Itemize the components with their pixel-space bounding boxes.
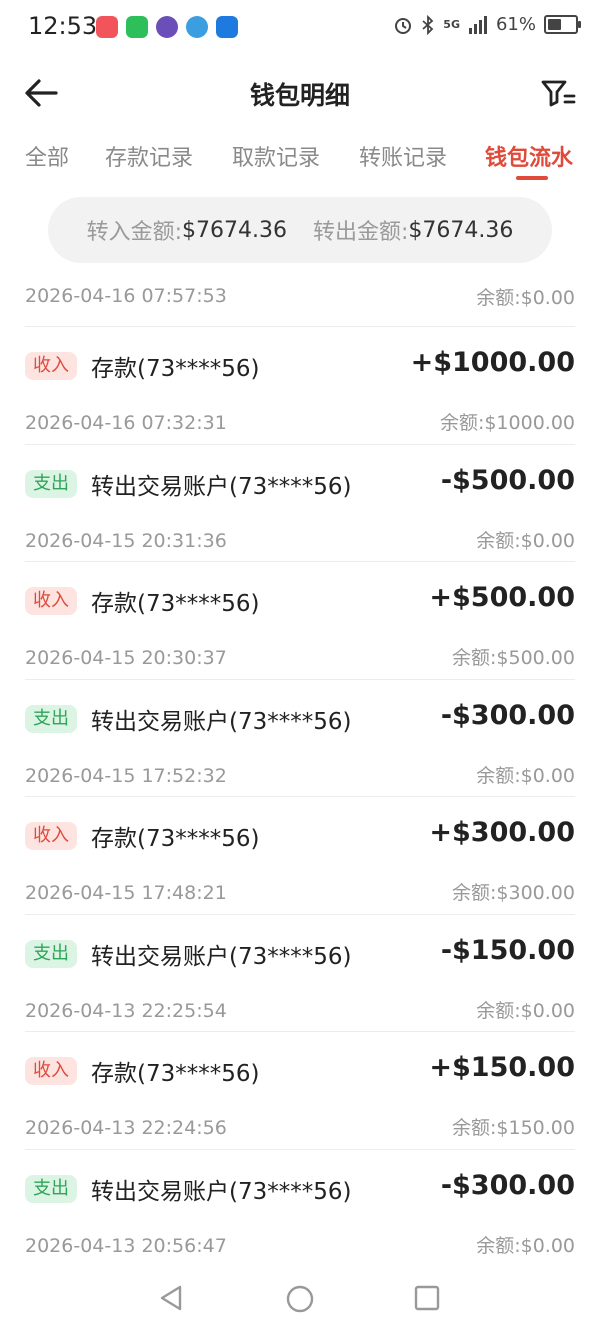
transaction-desc: 转出交易账户(73****56)	[91, 1178, 352, 1205]
list-item[interactable]: 收入 存款(73****56) +$300.00 2026-04-15 17:4…	[25, 797, 575, 915]
expense-badge: 支出	[25, 1174, 77, 1203]
filter-list-icon[interactable]	[540, 78, 576, 108]
transaction-date: 2026-04-13 22:24:56	[25, 1117, 227, 1139]
transaction-date: 2026-04-13 20:56:47	[25, 1234, 227, 1257]
expense-badge: 支出	[25, 704, 77, 733]
transaction-date: 2026-04-15 20:31:36	[25, 529, 227, 552]
battery-percent: 61%	[495, 14, 536, 35]
transaction-amount: +$1000.00	[410, 347, 575, 378]
circle-home-icon[interactable]	[285, 1284, 315, 1314]
triangle-back-icon[interactable]	[158, 1284, 184, 1312]
tab-all[interactable]: 全部	[25, 140, 69, 172]
app-badge-icon	[156, 16, 178, 38]
tab-withdrawal-records[interactable]: 取款记录	[232, 140, 320, 172]
transaction-desc: 转出交易账户(73****56)	[91, 943, 352, 970]
transaction-date: 2026-04-16 07:57:53	[25, 285, 227, 307]
system-nav-bar	[0, 1262, 600, 1333]
transaction-balance: 余额:$0.00	[476, 764, 575, 787]
transaction-date: 2026-04-13 22:25:54	[25, 999, 227, 1022]
transaction-balance: 余额:$150.00	[452, 1117, 575, 1139]
expense-badge: 支出	[25, 939, 77, 968]
wechat-icon	[126, 16, 148, 38]
list-item[interactable]: 收入 存款(73****56) +$150.00 2026-04-13 22:2…	[25, 1032, 575, 1150]
income-badge: 收入	[25, 352, 77, 380]
transaction-amount: -$150.00	[440, 934, 575, 966]
signal-icon	[468, 15, 487, 34]
list-item[interactable]: 收入 存款(73****56) +$500.00 2026-04-15 20:3…	[25, 562, 575, 680]
transaction-amount: -$300.00	[440, 699, 575, 731]
transaction-desc: 转出交易账户(73****56)	[91, 708, 352, 735]
tab-wallet-flow[interactable]: 钱包流水	[485, 140, 573, 172]
list-item[interactable]: 支出 转出交易账户(73****56) -$150.00 2026-04-13 …	[25, 915, 575, 1032]
status-bar: 12:53 5G 61%	[0, 0, 600, 56]
status-time: 12:53	[28, 12, 98, 40]
list-item[interactable]: 2026-04-16 07:57:53 余额:$0.00	[25, 264, 575, 327]
transaction-amount: +$150.00	[429, 1052, 575, 1083]
list-item[interactable]: 支出 转出交易账户(73****56) -$300.00 2026-04-13 …	[25, 1150, 575, 1267]
list-item[interactable]: 收入 存款(73****56) +$1000.00 2026-04-16 07:…	[25, 327, 575, 445]
transfer-out-label: 转出金额:	[313, 220, 409, 245]
transaction-balance: 余额:$0.00	[476, 999, 575, 1022]
network-type: 5G	[443, 18, 460, 31]
expense-badge: 支出	[25, 469, 77, 498]
battery-fill	[548, 19, 561, 30]
transaction-balance: 余额:$0.00	[476, 287, 575, 309]
bluetooth-icon	[422, 14, 434, 35]
transaction-balance: 余额:$0.00	[476, 1234, 575, 1257]
list-item[interactable]: 支出 转出交易账户(73****56) -$500.00 2026-04-15 …	[25, 445, 575, 562]
income-badge: 收入	[25, 822, 77, 850]
transaction-balance: 余额:$300.00	[452, 882, 575, 904]
alarm-icon	[395, 17, 412, 34]
transaction-amount: -$300.00	[440, 1169, 575, 1201]
transaction-balance: 余额:$500.00	[452, 647, 575, 669]
transaction-desc: 存款(73****56)	[91, 591, 260, 617]
active-tab-indicator	[516, 176, 548, 180]
battery-icon	[544, 15, 581, 34]
transfer-in-value: $7674.36	[182, 217, 287, 243]
cursor-app-icon	[216, 16, 238, 38]
transfer-in-label: 转入金额:	[86, 220, 183, 245]
transaction-balance: 余额:$1000.00	[439, 412, 575, 434]
transaction-desc: 存款(73****56)	[91, 356, 260, 382]
transaction-desc: 转出交易账户(73****56)	[91, 473, 352, 500]
transaction-date: 2026-04-15 20:30:37	[25, 647, 227, 669]
tab-deposit-records[interactable]: 存款记录	[105, 140, 193, 172]
transaction-desc: 存款(73****56)	[91, 826, 260, 852]
transaction-balance: 余额:$0.00	[476, 529, 575, 552]
summary-pill: 转入金额: $7674.36 转出金额: $7674.36	[48, 197, 552, 263]
income-badge: 收入	[25, 1057, 77, 1085]
income-badge: 收入	[25, 587, 77, 615]
notification-icons	[96, 16, 238, 38]
tab-bar: 全部 存款记录 取款记录 转账记录 钱包流水	[0, 136, 600, 186]
transaction-amount: +$500.00	[429, 582, 575, 613]
tab-transfer-records[interactable]: 转账记录	[359, 140, 447, 172]
transaction-date: 2026-04-16 07:32:31	[25, 412, 227, 434]
app-header: 钱包明细	[0, 64, 600, 124]
list-item[interactable]: 支出 转出交易账户(73****56) -$300.00 2026-04-15 …	[25, 680, 575, 797]
square-recent-icon[interactable]	[414, 1284, 440, 1312]
transaction-date: 2026-04-15 17:52:32	[25, 764, 227, 787]
shopping-app-icon	[96, 16, 118, 38]
transaction-date: 2026-04-15 17:48:21	[25, 882, 227, 904]
transfer-out-value: $7674.36	[408, 217, 514, 243]
transaction-amount: +$300.00	[429, 817, 575, 848]
transaction-list: 2026-04-16 07:57:53 余额:$0.00 收入 存款(73***…	[0, 264, 600, 1267]
transaction-amount: -$500.00	[440, 464, 575, 496]
page-title: 钱包明细	[249, 81, 350, 110]
status-right: 5G 61%	[393, 14, 581, 35]
telegram-icon	[186, 16, 208, 38]
transaction-desc: 存款(73****56)	[91, 1061, 260, 1087]
